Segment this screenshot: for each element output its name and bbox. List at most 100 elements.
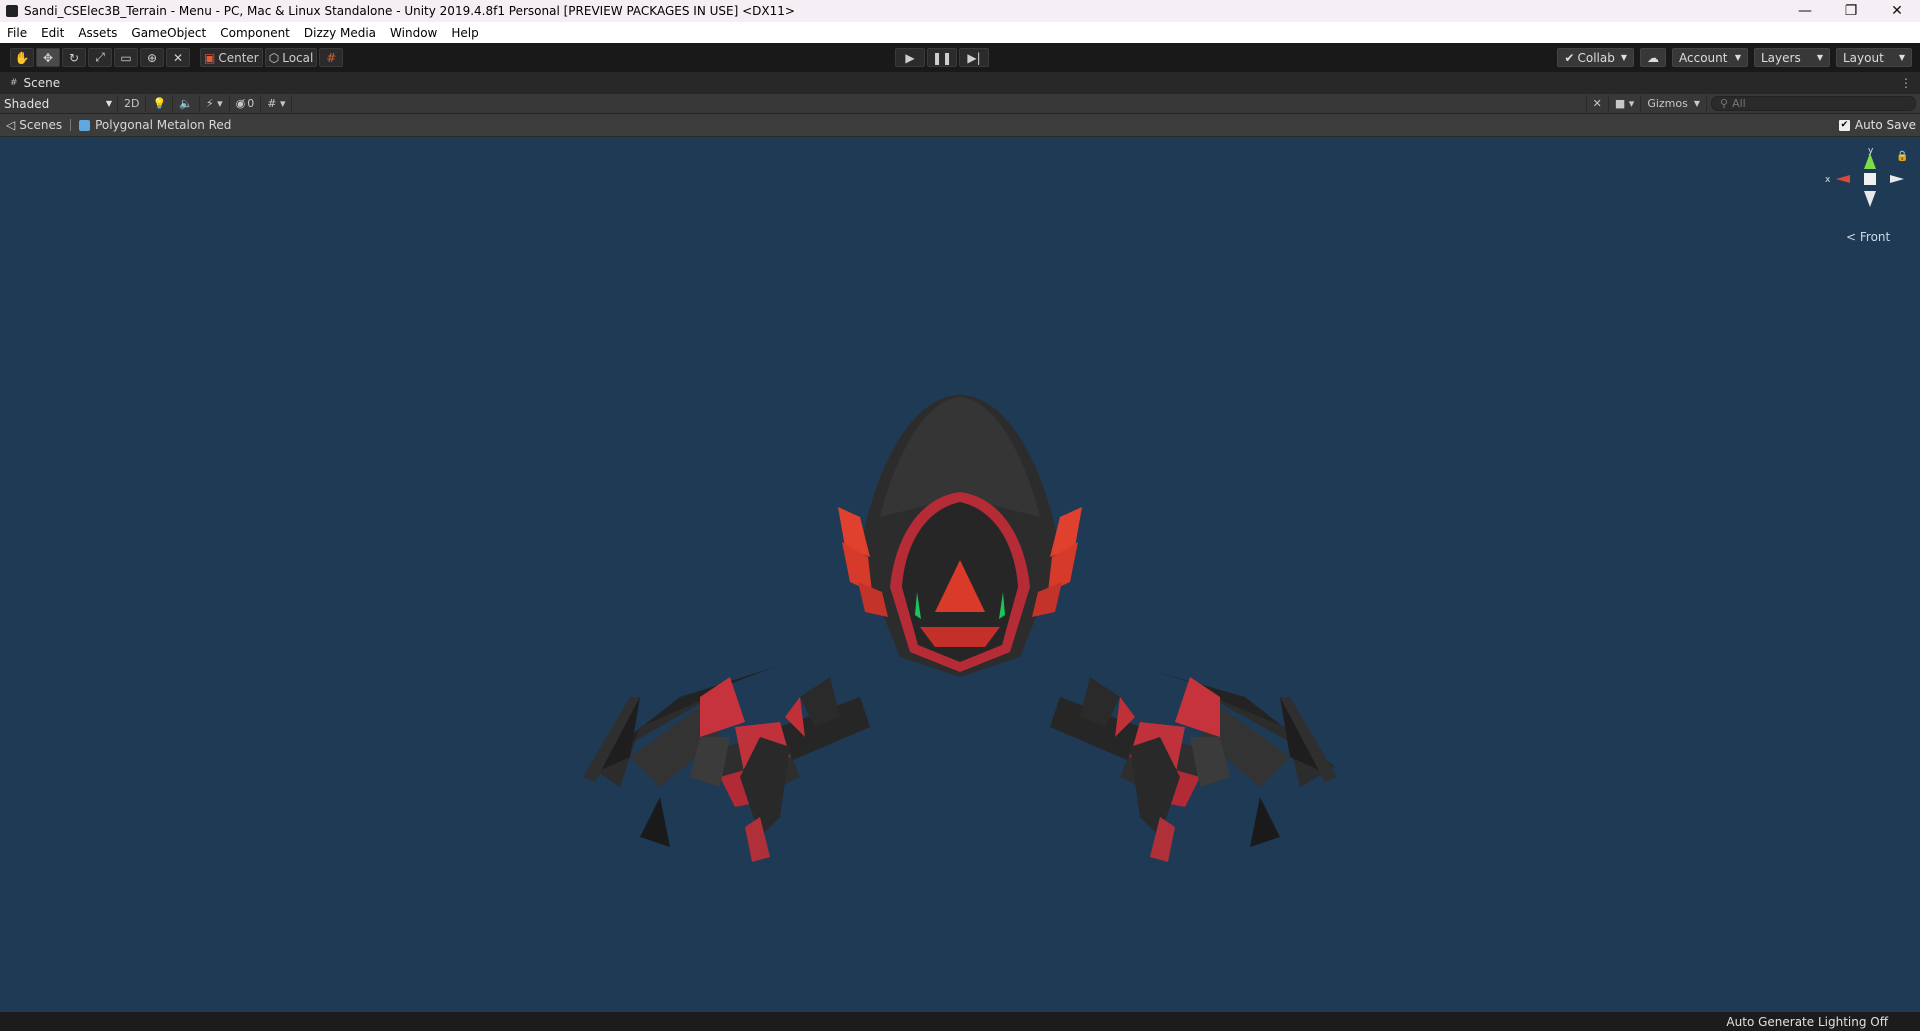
tab-scene-label: Scene: [23, 76, 61, 90]
pivot-local-label: Local: [282, 50, 314, 65]
toggle-2d-button[interactable]: 2D: [118, 95, 147, 112]
shading-mode-dropdown[interactable]: Shaded ▼: [0, 95, 118, 112]
rotate-tool-icon[interactable]: ↻: [62, 48, 86, 67]
camera-icon[interactable]: ■ ▾: [1609, 95, 1642, 112]
layout-dropdown[interactable]: Layout ▼: [1836, 48, 1912, 67]
scene-search-input[interactable]: ⚲ All: [1711, 96, 1916, 111]
pause-button-icon[interactable]: ❚❚: [927, 48, 957, 67]
scene-toolbar-right: ✕ ■ ▾ Gizmos ▼ ⚲ All: [1585, 94, 1920, 113]
breadcrumb-scenes[interactable]: ◁ Scenes: [0, 118, 68, 132]
chevron-down-icon: ▼: [1816, 53, 1823, 62]
menu-help[interactable]: Help: [444, 26, 485, 40]
shading-mode-label: Shaded: [4, 96, 50, 111]
pivot-icon: ▣: [204, 50, 216, 65]
search-icon: ⚲: [1720, 97, 1729, 110]
minimize-button[interactable]: —: [1782, 0, 1828, 22]
x-axis-label: x: [1825, 175, 1831, 185]
tab-scene[interactable]: # Scene: [0, 72, 70, 94]
check-icon: ✔: [1564, 50, 1575, 65]
right-legs: [1050, 667, 1337, 862]
gizmos-dropdown[interactable]: Gizmos ▼: [1641, 95, 1707, 112]
scale-tool-icon[interactable]: ⤢: [88, 48, 112, 67]
layout-label: Layout: [1843, 50, 1884, 65]
transform-tools: ✋ ✥ ↻ ⤢ ▭ ⊕ ✕: [8, 48, 190, 67]
lock-icon[interactable]: 🔒: [1896, 151, 1908, 162]
hidden-count: 0: [247, 97, 255, 110]
audio-toggle-icon[interactable]: 🔈: [173, 95, 200, 112]
scene-viewport[interactable]: y x 🔒 < Front: [0, 137, 1920, 1012]
hand-tool-icon[interactable]: ✋: [10, 48, 34, 67]
back-arrow-icon: ◁: [6, 118, 16, 132]
effects-toggle-icon[interactable]: ⚡ ▾: [200, 95, 230, 112]
close-button[interactable]: ✕: [1874, 0, 1920, 22]
menu-dizzy-media[interactable]: Dizzy Media: [297, 26, 383, 40]
grid-toggle-icon[interactable]: # ▾: [261, 95, 293, 112]
gizmos-label: Gizmos: [1647, 97, 1688, 110]
play-button-icon[interactable]: ▶: [895, 48, 925, 67]
neg-x-axis-cone-icon[interactable]: [1890, 175, 1904, 183]
prefab-breadcrumb-bar: ◁ Scenes Polygonal Metalon Red ✔ Auto Sa…: [0, 114, 1920, 137]
play-controls: ▶ ❚❚ ▶|: [893, 48, 989, 67]
window-controls: — ❐ ✕: [1782, 0, 1920, 22]
menu-edit[interactable]: Edit: [34, 26, 71, 40]
auto-save-toggle[interactable]: ✔ Auto Save: [1838, 118, 1916, 132]
main-toolbar: ✋ ✥ ↻ ⤢ ▭ ⊕ ✕ ▣ Center ⬡ Local # ▶ ❚❚ ▶|…: [0, 43, 1920, 72]
custom-tool-icon[interactable]: ✕: [166, 48, 190, 67]
window-title: Sandi_CSElec3B_Terrain - Menu - PC, Mac …: [24, 4, 795, 18]
y-axis-label: y: [1868, 147, 1874, 156]
collab-dropdown[interactable]: ✔ Collab ▼: [1557, 48, 1634, 67]
neg-y-axis-cone-icon[interactable]: [1864, 191, 1876, 207]
pivot-center-button[interactable]: ▣ Center: [200, 48, 263, 67]
spider-model: [583, 395, 1337, 862]
tools-icon[interactable]: ✕: [1585, 95, 1609, 112]
chevron-down-icon: ▼: [1693, 99, 1700, 108]
status-bar: Auto Generate Lighting Off: [0, 1012, 1920, 1031]
scene-tab-bar: # Scene ⋮: [0, 72, 1920, 95]
left-legs: [583, 667, 870, 862]
unity-app-icon: [6, 5, 18, 17]
breadcrumb-scenes-label: Scenes: [19, 118, 63, 132]
pivot-local-button[interactable]: ⬡ Local: [264, 48, 318, 67]
kebab-menu-icon[interactable]: ⋮: [1900, 76, 1912, 90]
transform-tool-icon[interactable]: ⊕: [140, 48, 164, 67]
hidden-eye-icon: ◉̸: [235, 97, 246, 110]
rect-tool-icon[interactable]: ▭: [114, 48, 138, 67]
maximize-button[interactable]: ❐: [1828, 0, 1874, 22]
menu-file[interactable]: File: [0, 26, 34, 40]
menu-window[interactable]: Window: [383, 26, 444, 40]
grid-snap-icon[interactable]: #: [319, 48, 344, 67]
account-label: Account: [1679, 50, 1728, 65]
local-icon: ⬡: [268, 50, 280, 65]
center-cube-icon[interactable]: [1864, 173, 1876, 185]
lighting-status[interactable]: Auto Generate Lighting Off: [1726, 1015, 1888, 1029]
view-label[interactable]: < Front: [1846, 230, 1890, 244]
menu-assets[interactable]: Assets: [71, 26, 124, 40]
menu-gameobject[interactable]: GameObject: [124, 26, 213, 40]
step-button-icon[interactable]: ▶|: [959, 48, 989, 67]
scene-visibility-button[interactable]: ◉̸ 0: [230, 95, 262, 112]
chevron-down-icon: ▼: [1734, 53, 1741, 62]
layers-label: Layers: [1761, 50, 1801, 65]
x-axis-cone-icon[interactable]: [1836, 175, 1850, 183]
scene-toolbar: Shaded ▼ 2D 💡 🔈 ⚡ ▾ ◉̸ 0 # ▾ ✕ ■ ▾ Gizmo…: [0, 94, 1920, 114]
move-tool-icon[interactable]: ✥: [36, 48, 60, 67]
chevron-down-icon: ▼: [105, 99, 112, 108]
lighting-toggle-icon[interactable]: 💡: [146, 95, 174, 112]
collab-label: Collab: [1577, 50, 1615, 65]
breadcrumb-prefab[interactable]: Polygonal Metalon Red: [73, 118, 237, 132]
spider-head: [838, 395, 1082, 677]
breadcrumb-prefab-label: Polygonal Metalon Red: [95, 118, 232, 132]
view-label-text: Front: [1859, 230, 1891, 244]
pivot-center-label: Center: [218, 50, 259, 65]
right-toolbar: ✔ Collab ▼ ☁ Account ▼ Layers ▼ Layout ▼: [1551, 48, 1912, 67]
menu-component[interactable]: Component: [213, 26, 297, 40]
cloud-button[interactable]: ☁: [1640, 48, 1666, 67]
account-dropdown[interactable]: Account ▼: [1672, 48, 1748, 67]
cloud-icon: ☁: [1647, 50, 1659, 65]
layers-dropdown[interactable]: Layers ▼: [1754, 48, 1830, 67]
chevron-down-icon: ▼: [1620, 53, 1627, 62]
auto-save-checkbox[interactable]: ✔: [1838, 119, 1850, 131]
perspective-icon: <: [1846, 230, 1857, 244]
pivot-group: ▣ Center ⬡ Local #: [198, 48, 344, 67]
title-bar: Sandi_CSElec3B_Terrain - Menu - PC, Mac …: [0, 0, 1920, 22]
